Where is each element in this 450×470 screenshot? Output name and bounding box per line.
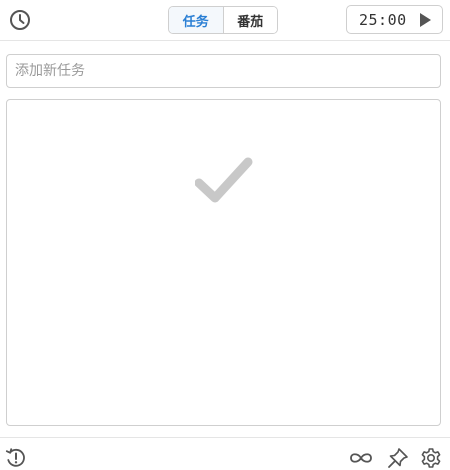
tab-pomodoro[interactable]: 番茄: [222, 7, 277, 33]
gear-icon: [421, 448, 441, 468]
mode-tabs: 任务 番茄: [168, 6, 278, 34]
pin-button[interactable]: [386, 446, 410, 470]
play-icon: [420, 13, 431, 27]
footer-bar: [0, 437, 450, 470]
pin-icon: [388, 448, 408, 468]
infinity-icon: [350, 453, 372, 463]
pomodoro-todo-app: 任务 番茄 25:00: [0, 0, 450, 470]
history-alert-button[interactable]: [4, 446, 28, 470]
timer-display: 25:00: [359, 11, 407, 29]
repeat-button[interactable]: [348, 446, 374, 470]
clock-icon: [10, 10, 30, 30]
settings-button[interactable]: [419, 446, 443, 470]
tab-tasks[interactable]: 任务: [169, 7, 223, 33]
header-bar: 任务 番茄 25:00: [0, 0, 450, 41]
new-task-input[interactable]: [6, 54, 441, 88]
check-icon: [195, 157, 253, 203]
timer-button[interactable]: 25:00: [346, 5, 443, 34]
history-alert-icon: [5, 448, 25, 467]
clock-button[interactable]: [8, 8, 32, 32]
task-list: [6, 99, 441, 426]
